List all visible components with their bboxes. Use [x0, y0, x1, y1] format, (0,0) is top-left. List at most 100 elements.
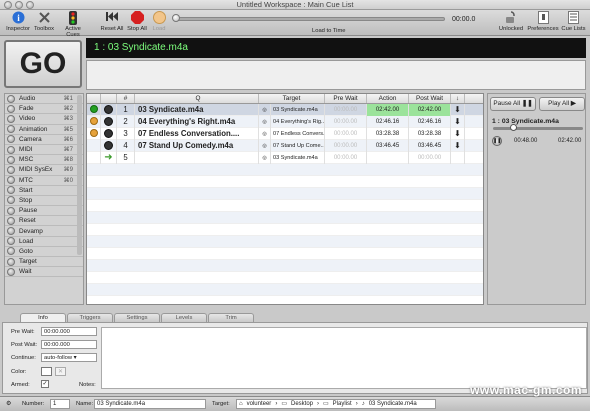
header-pre-wait[interactable]: Pre Wait [325, 94, 367, 103]
cue-lists-button[interactable]: Cue Lists [561, 11, 586, 32]
cue-name[interactable]: 03 Syndicate.m4a [135, 103, 259, 116]
zoom-window-button[interactable] [26, 1, 34, 9]
name-field[interactable]: 03 Syndicate.m4a [94, 399, 206, 409]
cue-pre-wait[interactable]: 00:00.00 [325, 103, 367, 116]
continue-icon[interactable]: ⬇ [451, 139, 465, 152]
header-post-wait[interactable]: Post Wait [409, 94, 451, 103]
cue-target[interactable]: 03 Syndicate.m4a [271, 151, 325, 164]
cue-name[interactable]: 07 Endless Conversation.... [135, 127, 259, 140]
cue-target[interactable]: 04 Everything's Rig... [271, 115, 325, 128]
pause-cue-button[interactable]: ❚❚ [492, 136, 502, 146]
cue-name[interactable] [135, 151, 259, 164]
header-target[interactable]: Target [259, 94, 325, 103]
active-cues-button[interactable]: Active Cues [58, 11, 88, 38]
continue-icon[interactable]: ⬇ [451, 127, 465, 140]
tab-levels[interactable]: Levels [161, 313, 207, 322]
header-action[interactable]: Action [367, 94, 409, 103]
cue-post-wait[interactable]: 02:46.16 [409, 115, 451, 128]
cue-pre-wait[interactable]: 00:00.00 [325, 127, 367, 140]
cue-number[interactable]: 3 [117, 127, 135, 140]
cue-target[interactable]: 03 Syndicate.m4a [271, 103, 325, 116]
cue-notes-display[interactable] [86, 60, 586, 90]
tab-settings[interactable]: Settings [114, 313, 160, 322]
tab-info[interactable]: Info [20, 313, 66, 322]
armed-checkbox[interactable]: ✓ [41, 380, 49, 388]
tab-triggers[interactable]: Triggers [67, 313, 113, 322]
cue-post-wait[interactable]: 00:00.00 [409, 151, 451, 164]
cue-pre-wait[interactable]: 00:00.00 [325, 151, 367, 164]
unlocked-button[interactable]: Unlocked [496, 11, 526, 32]
cue-post-wait[interactable]: 03:28.38 [409, 127, 451, 140]
toolbox-item[interactable]: MTC ⌘0 [5, 176, 83, 186]
toolbox-item[interactable]: Devamp [5, 226, 83, 237]
post-wait-field[interactable]: 00:00.000 [41, 340, 97, 349]
go-button[interactable]: GO [4, 40, 82, 88]
cue-number[interactable]: 1 [117, 103, 135, 116]
cue-pre-wait[interactable]: 00:00.00 [325, 139, 367, 152]
load-to-time-knob[interactable] [172, 14, 180, 22]
cue-action[interactable]: 03:46.45 [367, 139, 409, 152]
close-window-button[interactable] [4, 1, 12, 9]
stop-all-button[interactable]: Stop All [126, 11, 148, 32]
cue-name[interactable]: 04 Everything's Right.m4a [135, 115, 259, 128]
cue-row[interactable]: 4 07 Stand Up Comedy.m4a ◎ 07 Stand Up Come… [87, 139, 483, 152]
notes-field[interactable] [101, 327, 587, 389]
toolbox-item[interactable]: Video ⌘3 [5, 114, 83, 125]
cue-target[interactable]: 07 Stand Up Come... [271, 139, 325, 152]
continue-icon[interactable]: ⬇ [451, 115, 465, 128]
pause-all-button[interactable]: Pause All ❚❚ [490, 97, 536, 111]
load-button[interactable]: Load [150, 11, 168, 32]
toolbox-item[interactable]: Camera ⌘6 [5, 135, 83, 145]
continue-icon[interactable] [451, 151, 465, 164]
number-field[interactable]: 1 [50, 399, 70, 409]
toolbox-item[interactable]: Audio ⌘1 [5, 94, 83, 105]
header-continue[interactable]: ↓ [451, 94, 465, 103]
cue-post-wait[interactable]: 02:42.00 [409, 103, 451, 116]
cue-row[interactable]: 2 04 Everything's Right.m4a ◎ 04 Everything… [87, 115, 483, 128]
toolbox-item[interactable]: MIDI SysEx ⌘9 [5, 165, 83, 176]
toolbox-item[interactable]: Start [5, 186, 83, 196]
target-path[interactable]: ⌂ volunteer › ▭ Desktop › ▭ Playlist › ♪ 03 Syn… [236, 399, 436, 409]
cue-target[interactable]: 07 Endless Convers... [271, 127, 325, 140]
cue-action[interactable]: 02:46.16 [367, 115, 409, 128]
clear-color-button[interactable]: ✕ [55, 367, 66, 376]
cue-number[interactable]: 4 [117, 139, 135, 152]
cue-pre-wait[interactable]: 00:00.00 [325, 115, 367, 128]
settings-icon[interactable]: ⚙ [6, 401, 11, 407]
reset-all-button[interactable]: Reset All [100, 11, 124, 32]
cue-row[interactable]: 3 07 Endless Conversation.... ◎ 07 Endless … [87, 127, 483, 140]
toolbox-item[interactable]: Reset [5, 216, 83, 227]
cue-name[interactable]: 07 Stand Up Comedy.m4a [135, 139, 259, 152]
tab-trim[interactable]: Trim [208, 313, 254, 322]
continue-icon[interactable]: ⬇ [451, 103, 465, 116]
toolbox-item[interactable]: Animation ⌘5 [5, 125, 83, 135]
toolbox-item[interactable]: Load [5, 237, 83, 247]
toolbox-item[interactable]: MSC ⌘8 [5, 155, 83, 166]
color-swatch[interactable] [41, 367, 52, 376]
cue-row[interactable]: 1 03 Syndicate.m4a ◎ 03 Syndicate.m4a 00:00.… [87, 103, 483, 116]
minimize-window-button[interactable] [15, 1, 23, 9]
toolbox-item[interactable]: Target [5, 257, 83, 268]
header-q[interactable]: Q [135, 94, 259, 103]
cue-action[interactable] [367, 151, 409, 164]
toolbox-item[interactable]: Wait [5, 267, 83, 278]
play-all-button[interactable]: Play All ▶ [539, 97, 585, 111]
cue-post-wait[interactable]: 03:46.45 [409, 139, 451, 152]
toolbox-button[interactable]: Toolbox [32, 11, 56, 32]
toolbox-item[interactable]: Stop [5, 196, 83, 207]
cue-number[interactable]: 2 [117, 115, 135, 128]
cue-action[interactable]: 03:28.38 [367, 127, 409, 140]
toolbox-item[interactable]: Fade ⌘2 [5, 104, 83, 115]
continue-select[interactable]: auto-follow ▾ [41, 353, 97, 362]
preferences-button[interactable]: Preferences [527, 11, 559, 32]
toolbox-item[interactable]: Pause [5, 206, 83, 217]
toolbox-item[interactable]: Goto [5, 247, 83, 257]
load-to-time-slider[interactable] [175, 17, 445, 21]
inspector-button[interactable]: i Inspector [4, 11, 32, 32]
cue-row[interactable]: ➜ 5 ◎ 03 Syndicate.m4a 00:00.00 00:00.00 [87, 151, 483, 164]
toolbox-item[interactable]: MIDI ⌘7 [5, 145, 83, 156]
header-number[interactable]: # [117, 94, 135, 103]
cue-action[interactable]: 02:42.00 [367, 103, 409, 116]
cue-number[interactable]: 5 [117, 151, 135, 164]
active-cue-progress[interactable] [493, 127, 583, 130]
